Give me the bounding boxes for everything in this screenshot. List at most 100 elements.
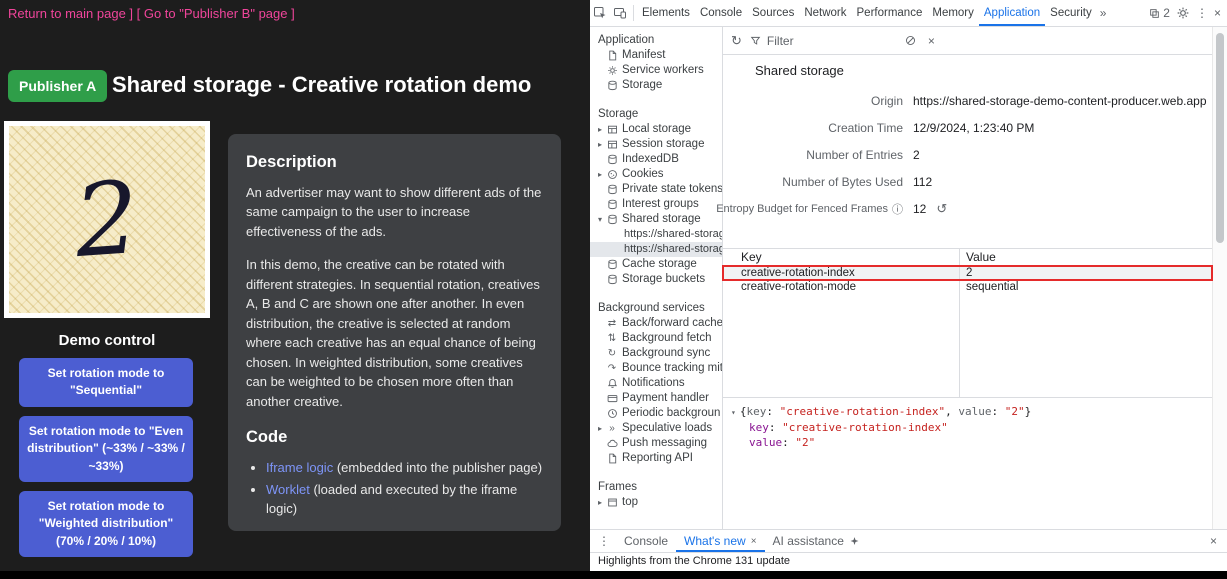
drawer-tab-whats-new[interactable]: What's new ×: [676, 531, 765, 552]
field-value: 12/9/2024, 1:23:40 PM: [913, 121, 1034, 135]
sidebar-item-bounce-tracking[interactable]: ↷Bounce tracking miti…: [590, 361, 722, 376]
filter-box: [750, 33, 879, 49]
preview-root-line[interactable]: ▾{key: "creative-rotation-index", value:…: [731, 404, 1210, 420]
whats-new-status-bar[interactable]: Highlights from the Chrome 131 update: [590, 552, 1227, 571]
table-row-creative-rotation-index[interactable]: creative-rotation-index 2: [723, 266, 1212, 280]
demo-control-buttons: Set rotation mode to "Sequential" Set ro…: [19, 358, 193, 557]
tab-sources[interactable]: Sources: [747, 1, 799, 26]
cell-key: creative-rotation-mode: [723, 280, 960, 294]
sidebar-item-shared-storage-origin-2[interactable]: https://shared-storage…: [590, 242, 722, 257]
close-whats-new-icon[interactable]: ×: [751, 531, 757, 552]
rotation-even-button[interactable]: Set rotation mode to "Even distribution"…: [19, 416, 193, 482]
column-header-value[interactable]: Value: [960, 249, 1212, 265]
sidebar-item-shared-storage-origin-1[interactable]: https://shared-storage…: [590, 227, 722, 242]
tabbar-right-controls: 2 ⋮ ×: [1149, 6, 1227, 20]
sidebar-section-frames: Frames: [590, 480, 722, 495]
sidebar-item-indexeddb[interactable]: IndexedDB: [590, 152, 722, 167]
tab-security[interactable]: Security: [1045, 1, 1097, 26]
drawer-kebab-icon[interactable]: ⋮: [598, 534, 610, 548]
sidebar-item-cookies[interactable]: ▸Cookies: [590, 167, 722, 182]
field-label: Entropy Budget for Fenced Frames ⓘ: [723, 201, 913, 217]
chevron-right-icon[interactable]: ▸: [595, 137, 605, 152]
list-item: Iframe logic (embedded into the publishe…: [266, 458, 543, 478]
sidebar-item-notifications[interactable]: Notifications: [590, 376, 722, 391]
device-toolbar-icon[interactable]: [610, 6, 630, 20]
sidebar-item-private-state-tokens[interactable]: Private state tokens: [590, 182, 722, 197]
kebab-menu-icon[interactable]: ⋮: [1196, 6, 1208, 20]
frame-icon: [605, 497, 619, 508]
demo-control-heading: Demo control: [0, 332, 214, 349]
sidebar-item-payment-handler[interactable]: Payment handler: [590, 391, 722, 406]
sidebar-section-application: Application: [590, 33, 722, 48]
publisher-page: Return to main page ] [ Go to "Publisher…: [0, 0, 590, 571]
column-header-key[interactable]: Key: [723, 249, 960, 265]
close-devtools-icon[interactable]: ×: [1214, 6, 1221, 20]
issues-icon: [1149, 8, 1160, 19]
tab-memory[interactable]: Memory: [927, 1, 979, 26]
sidebar-item-cache-storage[interactable]: Cache storage: [590, 257, 722, 272]
sidebar-item-shared-storage[interactable]: ▾Shared storage: [590, 212, 722, 227]
description-heading: Description: [246, 150, 543, 175]
close-drawer-icon[interactable]: ×: [1210, 534, 1221, 548]
sidebar-item-reporting-api[interactable]: Reporting API: [590, 451, 722, 466]
sidebar-item-storage[interactable]: Storage: [590, 78, 722, 93]
chevron-down-icon[interactable]: ▾: [731, 408, 736, 417]
iframe-logic-link[interactable]: Iframe logic: [266, 460, 333, 475]
database-icon: [605, 199, 619, 210]
tab-elements[interactable]: Elements: [637, 1, 695, 26]
chevron-down-icon[interactable]: ▾: [595, 212, 605, 227]
scrollbar-thumb[interactable]: [1216, 33, 1224, 243]
rotation-sequential-button[interactable]: Set rotation mode to "Sequential": [19, 358, 193, 407]
preview-key-line: key: "creative-rotation-index": [731, 420, 1210, 435]
sidebar-item-session-storage[interactable]: ▸Session storage: [590, 137, 722, 152]
table-row-creative-rotation-mode[interactable]: creative-rotation-mode sequential: [723, 280, 1212, 294]
vertical-scrollbar[interactable]: [1212, 27, 1227, 529]
sidebar-item-background-fetch[interactable]: ⇅Background fetch: [590, 331, 722, 346]
sidebar-item-periodic-background-sync[interactable]: Periodic backgroun…: [590, 406, 722, 421]
chevron-right-icon[interactable]: ▸: [595, 122, 605, 137]
info-icon[interactable]: ⓘ: [892, 201, 903, 217]
sidebar-item-frame-top[interactable]: ▸top: [590, 495, 722, 510]
cell-value: 2: [960, 266, 1212, 280]
tab-performance[interactable]: Performance: [852, 1, 928, 26]
issues-counter[interactable]: 2: [1149, 6, 1170, 20]
sidebar-item-interest-groups[interactable]: Interest groups: [590, 197, 722, 212]
chevron-right-icon[interactable]: ▸: [595, 167, 605, 182]
field-value: 112: [913, 175, 932, 189]
refresh-icon[interactable]: ↻: [731, 33, 742, 49]
drawer-tab-console[interactable]: Console: [616, 531, 676, 552]
sidebar-item-speculative-loads[interactable]: ▸»Speculative loads: [590, 421, 722, 436]
field-label: Number of Bytes Used: [723, 175, 913, 189]
settings-gear-icon[interactable]: [1176, 6, 1190, 20]
worklet-link[interactable]: Worklet: [266, 482, 310, 497]
sidebar-item-manifest[interactable]: Manifest: [590, 48, 722, 63]
tab-network[interactable]: Network: [799, 1, 851, 26]
database-icon: [605, 259, 619, 270]
reset-budget-icon[interactable]: ↺: [936, 201, 947, 217]
drawer-tab-ai-assistance[interactable]: AI assistance: [765, 531, 868, 552]
sidebar-item-service-workers[interactable]: Service workers: [590, 63, 722, 78]
database-icon: [605, 274, 619, 285]
more-tabs-icon[interactable]: »: [1097, 6, 1110, 20]
rotation-weighted-button[interactable]: Set rotation mode to "Weighted distribut…: [19, 491, 193, 557]
chevron-right-icon[interactable]: ▸: [595, 421, 605, 436]
devtools-window: Elements Console Sources Network Perform…: [590, 0, 1227, 571]
filter-funnel-icon: [750, 35, 761, 46]
clear-all-icon[interactable]: [905, 35, 916, 46]
tab-application[interactable]: Application: [979, 1, 1045, 26]
file-icon: [605, 453, 619, 464]
sidebar-item-back-forward-cache[interactable]: ⇄Back/forward cache: [590, 316, 722, 331]
top-navigation-links[interactable]: Return to main page ] [ Go to "Publisher…: [8, 6, 295, 21]
inspect-element-icon[interactable]: [590, 6, 610, 20]
sidebar-item-background-sync[interactable]: ↻Background sync: [590, 346, 722, 361]
cookie-icon: [605, 169, 619, 180]
sidebar-item-local-storage[interactable]: ▸Local storage: [590, 122, 722, 137]
sidebar-item-storage-buckets[interactable]: Storage buckets: [590, 272, 722, 287]
sidebar-item-push-messaging[interactable]: Push messaging: [590, 436, 722, 451]
field-bytes-used: Number of Bytes Used 112: [723, 168, 1212, 195]
chevron-right-icon[interactable]: ▸: [595, 495, 605, 510]
delete-selected-icon[interactable]: ×: [928, 34, 935, 48]
filter-input[interactable]: [765, 33, 879, 49]
tab-console[interactable]: Console: [695, 1, 747, 26]
screenshot-root: Return to main page ] [ Go to "Publisher…: [0, 0, 1227, 579]
